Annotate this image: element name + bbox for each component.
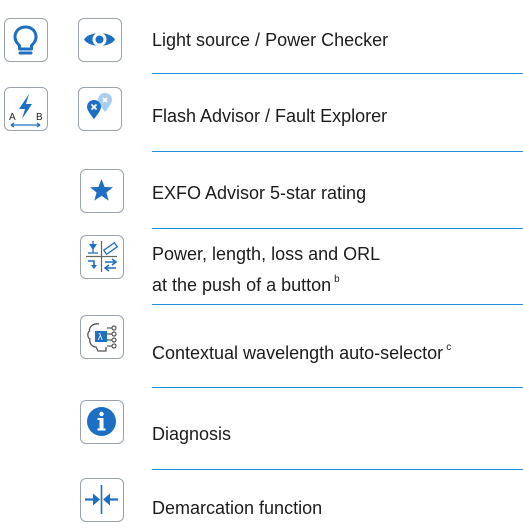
lightbulb-icon xyxy=(13,25,38,55)
wavelength-selector-icon: λ xyxy=(87,323,117,352)
feature-label-wavelength-text: Contextual wavelength auto-selector xyxy=(152,343,444,363)
divider xyxy=(152,387,523,388)
feature-label-flash-advisor: Flash Advisor / Fault Explorer xyxy=(152,106,388,126)
feature-label-demarcation: Demarcation function xyxy=(152,498,323,518)
divider xyxy=(152,228,523,229)
feature-label-diagnosis: Diagnosis xyxy=(152,424,232,444)
footnote-marker-b: b xyxy=(334,274,340,285)
divider xyxy=(152,304,523,305)
wavelength-selector-icon-box: λ xyxy=(80,315,124,359)
divider xyxy=(152,73,523,74)
divider xyxy=(152,469,523,470)
endpoint-b-label: B xyxy=(36,112,43,123)
star-icon xyxy=(90,179,113,201)
feature-label-light-source: Light source / Power Checker xyxy=(152,30,389,50)
flash-advisor-icon-box: A B xyxy=(4,87,48,131)
eye-icon xyxy=(84,32,115,47)
star-icon-box xyxy=(80,169,124,213)
endpoint-a-label: A xyxy=(9,112,16,123)
feature-label-power-line2: at the push of a button b xyxy=(152,271,340,296)
feature-label-power-text: at the push of a button xyxy=(152,275,332,295)
lightbulb-icon-box xyxy=(4,18,48,62)
feature-label-star-rating: EXFO Advisor 5-star rating xyxy=(152,183,367,203)
eye-icon-box xyxy=(78,18,122,62)
footnote-marker-c: c xyxy=(446,342,452,353)
power-length-loss-orl-icon-box xyxy=(80,235,124,279)
info-icon xyxy=(87,407,116,436)
demarcation-icon xyxy=(85,485,118,514)
feature-label-wavelength: Contextual wavelength auto-selector c xyxy=(152,339,451,364)
info-icon-box xyxy=(80,400,124,444)
flash-advisor-icon: A B xyxy=(9,94,43,128)
fault-explorer-icon-box xyxy=(78,87,122,131)
fault-explorer-icon xyxy=(87,93,112,119)
feature-label-power-line1: Power, length, loss and ORL xyxy=(152,244,381,264)
power-length-loss-orl-icon xyxy=(86,241,119,272)
demarcation-icon-box xyxy=(80,478,124,522)
divider xyxy=(152,151,523,152)
lambda-symbol: λ xyxy=(98,333,104,343)
